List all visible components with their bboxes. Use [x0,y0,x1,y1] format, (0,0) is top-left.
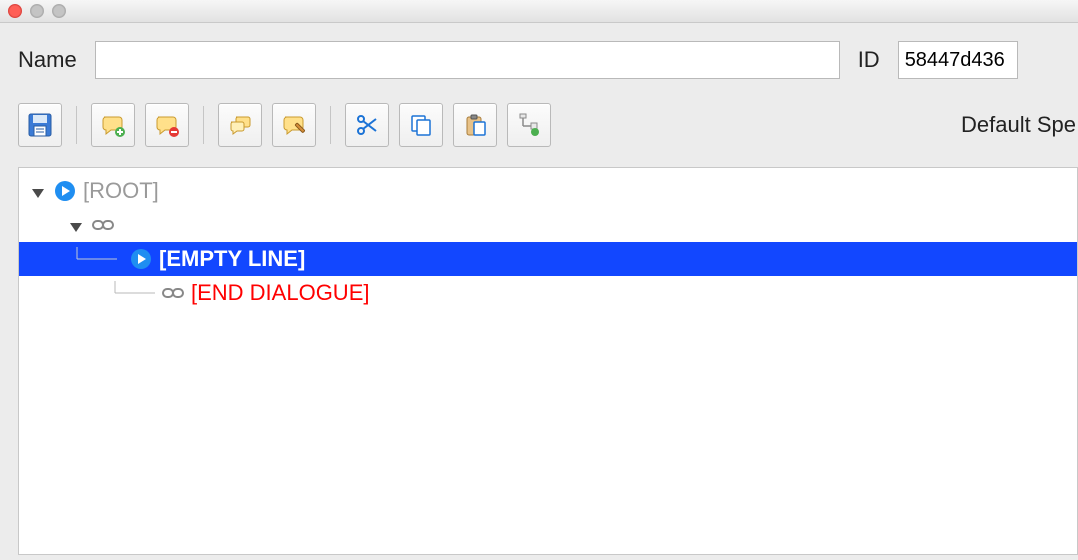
paste-icon [462,112,488,138]
chain-link-icon [161,281,185,305]
header-fields: Name ID [18,41,1078,79]
tree-row-root[interactable]: [ROOT] [19,174,1077,208]
save-button[interactable] [18,103,62,147]
paste-button[interactable] [453,103,497,147]
disclosure-triangle-icon[interactable] [29,182,47,200]
floppy-disk-icon [27,112,53,138]
toolbar-separator [76,106,77,144]
copy-button[interactable] [399,103,443,147]
tree-branch-icon [105,281,129,305]
tree-row-end-dialogue[interactable]: [END DIALOGUE] [19,276,1077,310]
edit-bubble-button[interactable] [272,103,316,147]
tree-node-insert-icon [516,112,542,138]
tree-branch-icon [67,247,91,271]
tree-row-link[interactable] [19,208,1077,242]
window-minimize-button[interactable] [30,4,44,18]
cut-button[interactable] [345,103,389,147]
speech-bubble-plus-icon [100,112,126,138]
window-zoom-button[interactable] [52,4,66,18]
add-node-button[interactable] [91,103,135,147]
window-close-button[interactable] [8,4,22,18]
dialogue-tree[interactable]: [ROOT] [18,167,1078,555]
id-label: ID [858,47,880,73]
tree-row-empty-line[interactable]: [EMPTY LINE] [19,242,1077,276]
scissors-icon [354,112,380,138]
tree-end-dialogue-label: [END DIALOGUE] [191,280,369,306]
tree-root-label: [ROOT] [83,178,159,204]
insert-node-button[interactable] [507,103,551,147]
toolbar-separator [330,106,331,144]
name-input[interactable] [95,41,840,79]
id-input[interactable] [898,41,1018,79]
speech-bubble-pencil-icon [281,112,307,138]
arrow-circle-icon [53,179,77,203]
toolbar: Default Spe [18,103,1078,147]
arrow-circle-icon [129,247,153,271]
speech-bubble-minus-icon [154,112,180,138]
duplicate-bubble-button[interactable] [218,103,262,147]
name-label: Name [18,47,77,73]
tree-empty-line-label: [EMPTY LINE] [159,246,305,272]
copy-icon [408,112,434,138]
toolbar-separator [203,106,204,144]
speech-bubbles-icon [227,112,253,138]
disclosure-triangle-icon[interactable] [67,216,85,234]
chain-link-icon [91,213,115,237]
window-titlebar [0,0,1078,23]
remove-node-button[interactable] [145,103,189,147]
default-speaker-label: Default Spe [961,112,1078,138]
